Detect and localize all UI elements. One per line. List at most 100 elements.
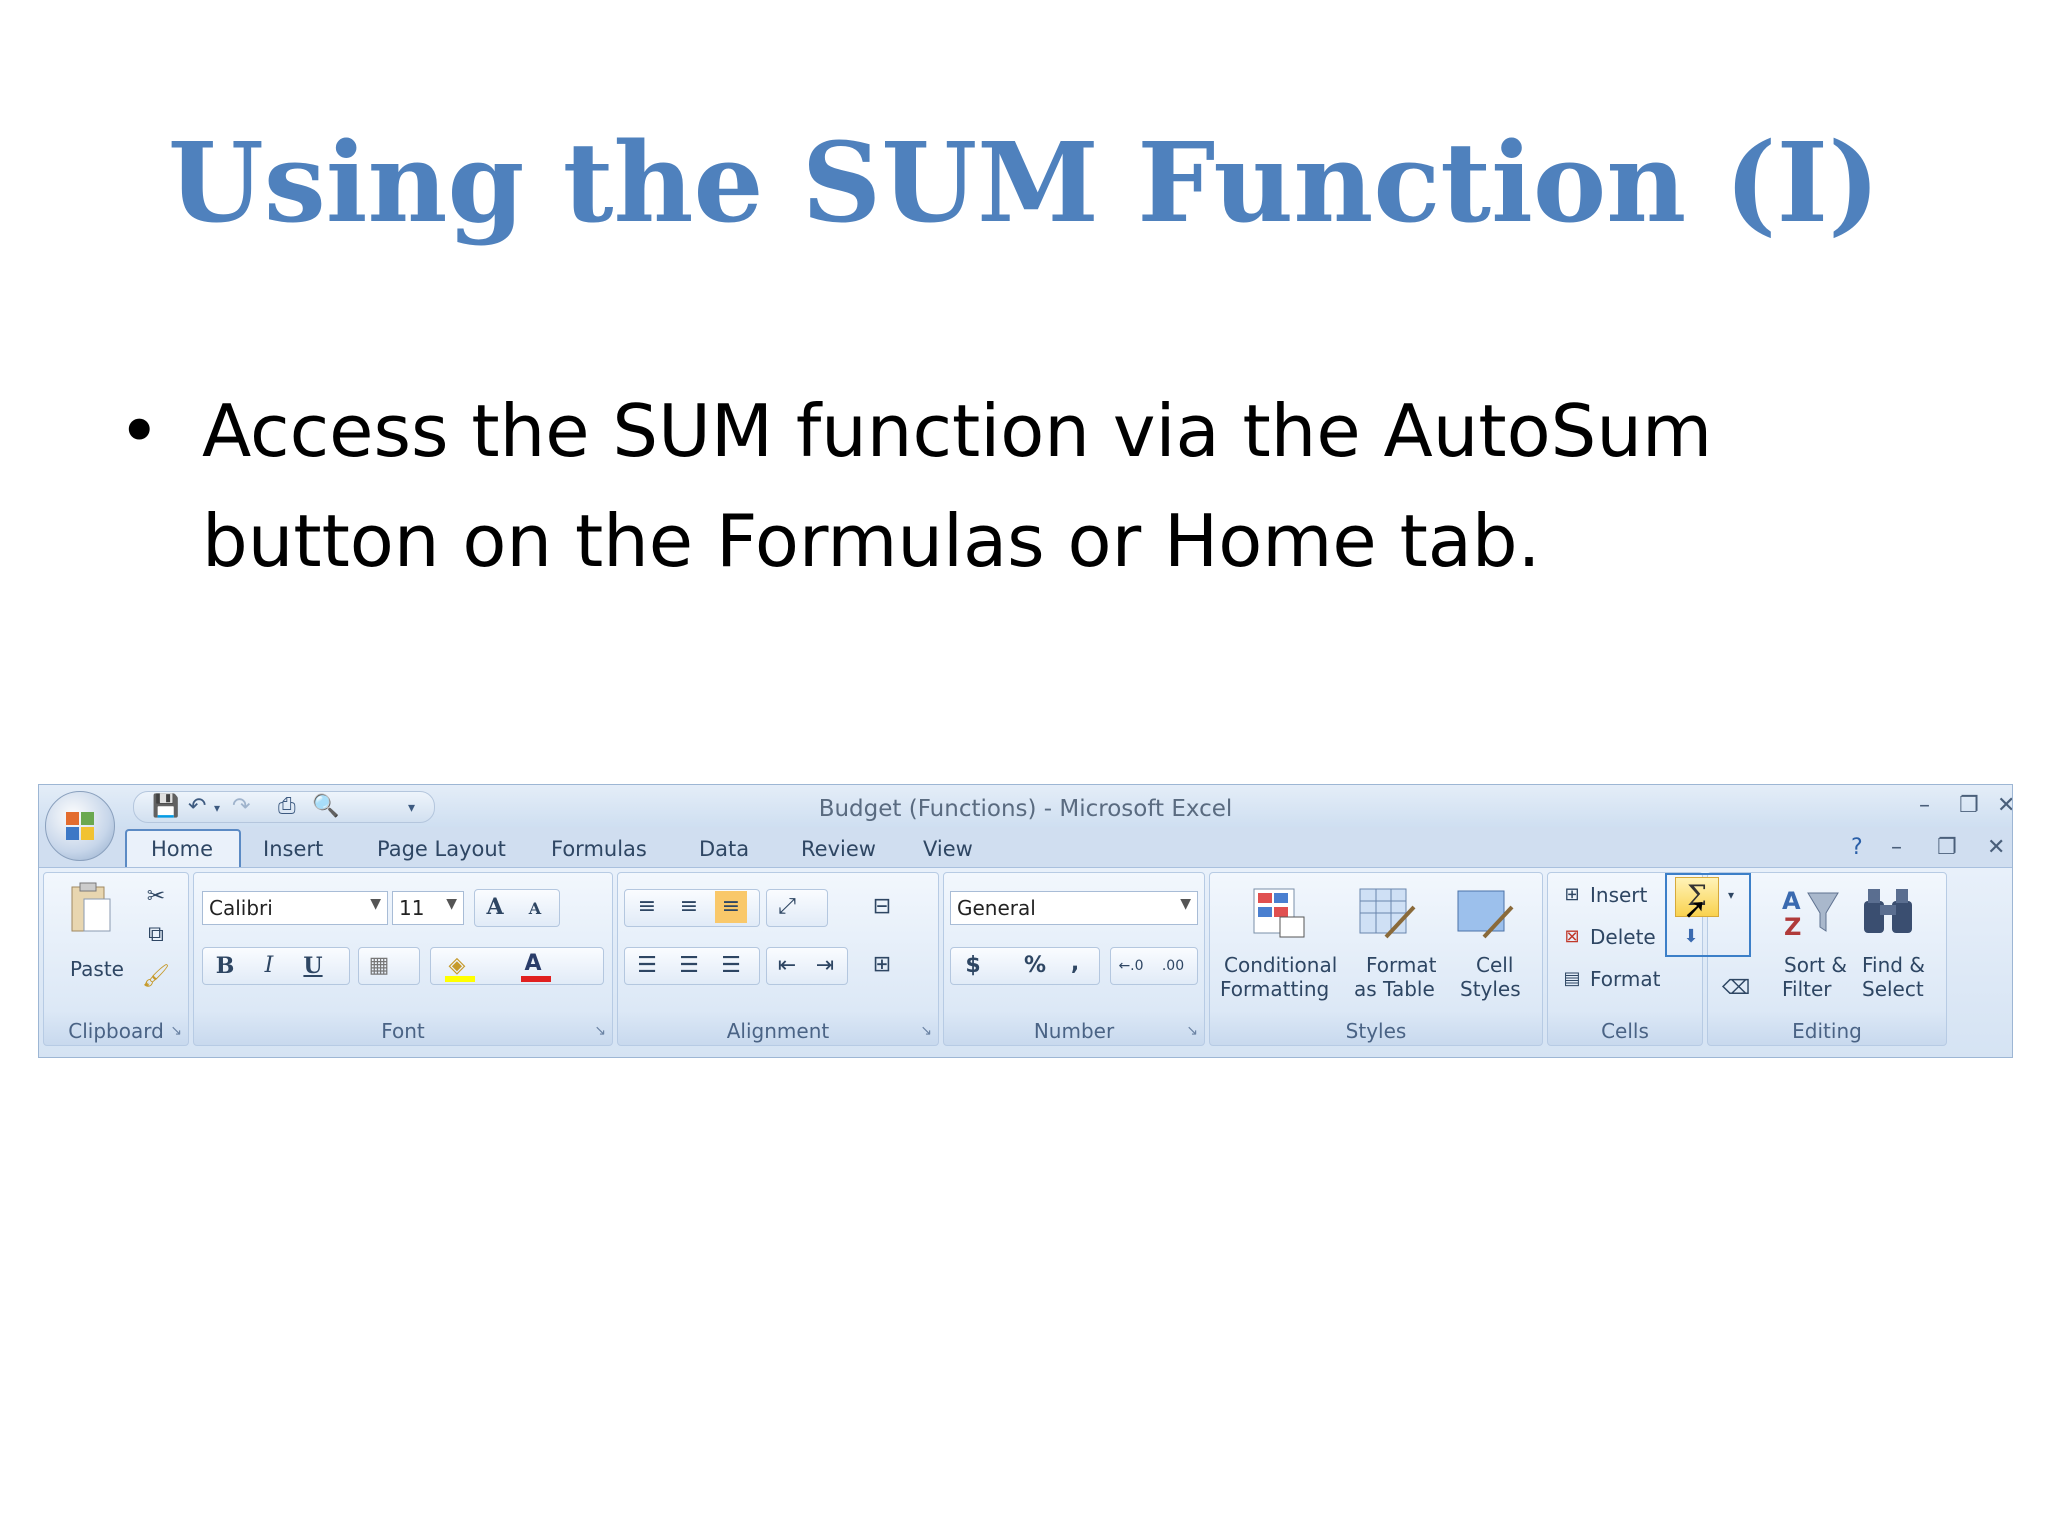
doc-restore-icon[interactable]: ❐	[1937, 835, 1957, 860]
format-as-table-label-1[interactable]: Format	[1366, 953, 1436, 977]
group-clipboard: Paste ✂ ⧉ 🖌 Clipboard ↘	[43, 872, 189, 1046]
format-cells-label[interactable]: Format	[1590, 967, 1660, 991]
underline-button[interactable]: U	[297, 950, 329, 982]
decimal-buttons: ←.0 .00	[1110, 947, 1198, 985]
quick-access-toolbar: 💾 ↶ ▾ ↷ ⎙ 🔍 ▾	[133, 791, 435, 823]
sort-filter-label-1[interactable]: Sort &	[1784, 953, 1847, 977]
font-size-value: 11	[399, 896, 425, 920]
alignment-launcher-icon[interactable]: ↘	[920, 1023, 932, 1039]
sort-filter-icon[interactable]: A Z	[1780, 883, 1842, 941]
alignment-group-label: Alignment	[726, 1019, 830, 1043]
delete-cells-icon[interactable]: ⊠	[1556, 921, 1588, 953]
insert-cells-icon[interactable]: ⊞	[1556, 879, 1588, 911]
tab-formulas[interactable]: Formulas	[551, 837, 647, 861]
restore-icon[interactable]: ❐	[1959, 793, 1979, 818]
bullet-text: Access the SUM function via the AutoSum …	[202, 389, 1713, 583]
tab-home[interactable]: Home	[151, 837, 213, 861]
cut-icon[interactable]: ✂	[140, 881, 172, 913]
conditional-formatting-label-2[interactable]: Formatting	[1220, 977, 1329, 1001]
close-icon[interactable]: ✕	[1997, 793, 2012, 818]
minimize-icon[interactable]: –	[1919, 793, 1930, 818]
slide-title: Using the SUM Function (I)	[167, 118, 1881, 247]
svg-text:A: A	[1782, 887, 1801, 915]
tab-page-layout[interactable]: Page Layout	[377, 837, 506, 861]
svg-text:Z: Z	[1784, 913, 1801, 941]
comma-button[interactable]: ,	[1059, 948, 1091, 980]
conditional-formatting-label-1[interactable]: Conditional	[1224, 953, 1337, 977]
clear-icon[interactable]: ⌫	[1720, 971, 1752, 1003]
tab-review[interactable]: Review	[801, 837, 876, 861]
undo-icon[interactable]: ↶	[188, 794, 206, 819]
font-launcher-icon[interactable]: ↘	[594, 1023, 606, 1039]
number-launcher-icon[interactable]: ↘	[1186, 1023, 1198, 1039]
insert-cells-label[interactable]: Insert	[1590, 883, 1647, 907]
bold-button[interactable]: B	[209, 950, 241, 982]
excel-window-screenshot: Budget (Functions) - Microsoft Excel – ❐…	[38, 784, 2013, 1058]
align-top-icon[interactable]: ≡	[631, 891, 663, 923]
find-select-icon[interactable]	[1858, 883, 1920, 941]
cell-styles-label-1[interactable]: Cell	[1476, 953, 1513, 977]
orientation-button[interactable]: ⤢	[766, 889, 828, 927]
borders-button[interactable]: ▦	[358, 947, 420, 985]
format-as-table-icon[interactable]	[1356, 885, 1418, 943]
font-name-combo[interactable]: Calibri ▼	[202, 891, 388, 925]
number-group-label: Number	[1033, 1019, 1115, 1043]
number-format-value: General	[957, 896, 1036, 920]
font-name-value: Calibri	[209, 896, 273, 920]
cell-styles-label-2[interactable]: Styles	[1460, 977, 1521, 1001]
sort-filter-label-2[interactable]: Filter	[1782, 977, 1832, 1001]
merge-center-icon[interactable]: ⊞	[866, 949, 898, 981]
format-as-table-label-2[interactable]: as Table	[1354, 977, 1435, 1001]
redo-icon[interactable]: ↷	[232, 794, 250, 819]
doc-close-icon[interactable]: ✕	[1987, 835, 2005, 860]
font-size-combo[interactable]: 11 ▼	[392, 891, 464, 925]
font-size-buttons: A A	[474, 889, 560, 927]
find-select-label-1[interactable]: Find &	[1862, 953, 1925, 977]
tab-insert[interactable]: Insert	[263, 837, 323, 861]
undo-dropdown-icon[interactable]: ▾	[214, 801, 220, 815]
paste-label[interactable]: Paste	[70, 957, 124, 981]
print-preview-icon[interactable]: 🔍	[312, 794, 339, 819]
increase-decimal-icon[interactable]: ←.0	[1115, 950, 1147, 982]
italic-button[interactable]: I	[253, 950, 285, 982]
paste-icon[interactable]	[66, 879, 116, 937]
font-color-swatch	[521, 976, 551, 982]
print-icon[interactable]: ⎙	[278, 794, 296, 819]
align-right-icon[interactable]: ☰	[715, 950, 747, 982]
increase-indent-icon[interactable]: ⇥	[809, 950, 841, 982]
clipboard-launcher-icon[interactable]: ↘	[170, 1023, 182, 1039]
help-icon[interactable]: ?	[1851, 835, 1863, 860]
copy-icon[interactable]: ⧉	[140, 919, 172, 951]
decrease-decimal-icon[interactable]: .00	[1157, 950, 1189, 982]
grow-font-button[interactable]: A	[479, 891, 511, 923]
save-icon[interactable]: 💾	[152, 794, 179, 819]
cell-styles-icon[interactable]	[1454, 885, 1516, 943]
align-left-icon[interactable]: ☰	[631, 950, 663, 982]
group-font: Calibri ▼ 11 ▼ A A B I U ▦ ◈ A Font ↘	[193, 872, 613, 1046]
currency-button[interactable]: $	[957, 950, 989, 982]
find-select-label-2[interactable]: Select	[1862, 977, 1924, 1001]
shrink-font-button[interactable]: A	[519, 893, 551, 925]
bullet-dot: •	[118, 389, 161, 473]
align-middle-icon[interactable]: ≡	[673, 891, 705, 923]
number-format-combo[interactable]: General ▼	[950, 891, 1198, 925]
doc-minimize-icon[interactable]: –	[1891, 835, 1902, 860]
wrap-text-icon[interactable]: ⊟	[866, 891, 898, 923]
indent-buttons: ⇤ ⇥	[766, 947, 848, 985]
align-center-icon[interactable]: ☰	[673, 950, 705, 982]
decrease-indent-icon[interactable]: ⇤	[771, 950, 803, 982]
format-painter-icon[interactable]: 🖌	[140, 961, 172, 993]
mouse-cursor-icon: ➚	[1683, 892, 1707, 925]
align-bottom-icon[interactable]: ≡	[715, 891, 747, 923]
cells-group-label: Cells	[1601, 1019, 1649, 1043]
format-cells-icon[interactable]: ▤	[1556, 963, 1588, 995]
delete-cells-label[interactable]: Delete	[1590, 925, 1656, 949]
tab-data[interactable]: Data	[699, 837, 749, 861]
tab-view[interactable]: View	[923, 837, 973, 861]
conditional-formatting-icon[interactable]	[1250, 885, 1312, 943]
percent-button[interactable]: %	[1019, 950, 1051, 982]
customize-qat-icon[interactable]: ▾	[408, 800, 415, 816]
borders-icon: ▦	[368, 953, 390, 978]
group-number: General ▼ $ % , ←.0 .00 Number ↘	[943, 872, 1205, 1046]
office-button[interactable]	[45, 791, 115, 861]
